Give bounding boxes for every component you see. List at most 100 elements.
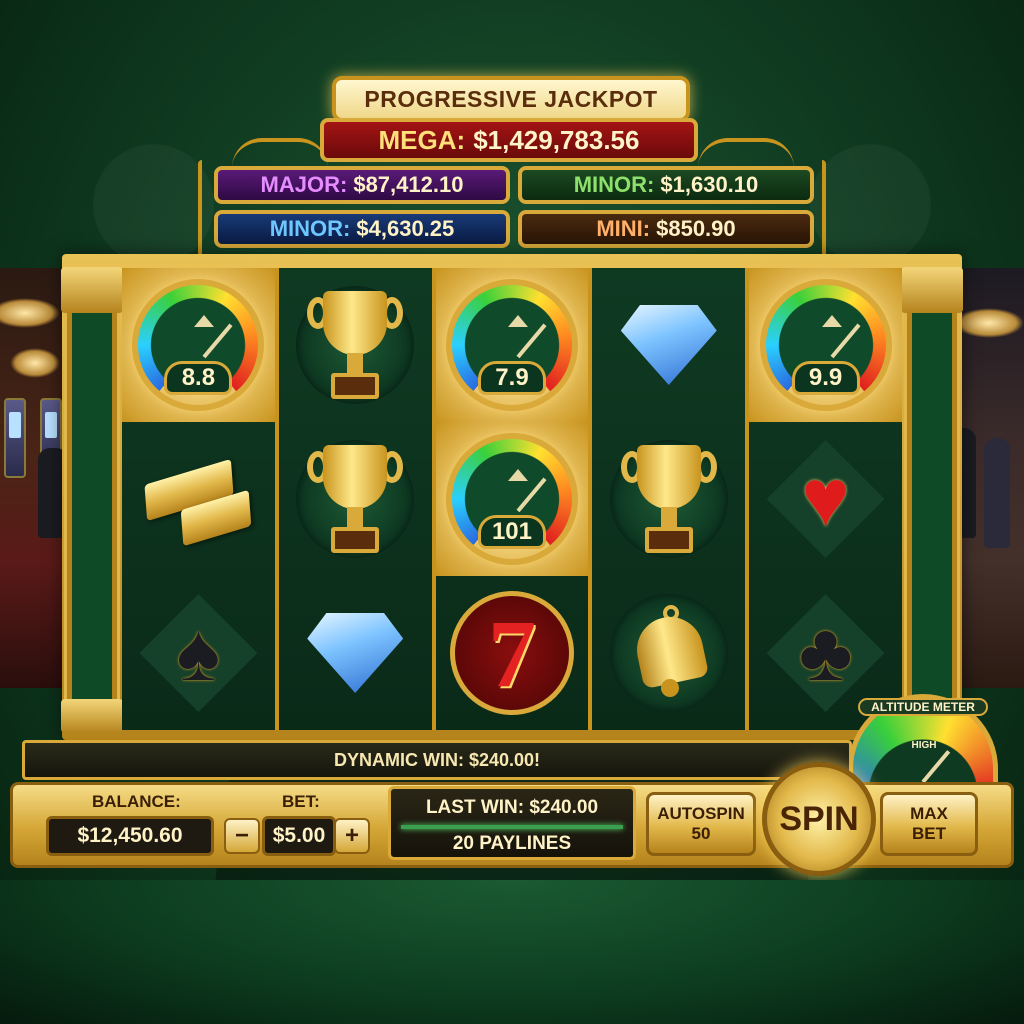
bet-label: BET: [282, 792, 320, 811]
bet-increase-button[interactable]: + [334, 818, 370, 854]
max-bet-line2: BET [912, 824, 946, 843]
pillar-right [901, 267, 963, 733]
mega-jackpot-value: $1,429,783.56 [473, 124, 640, 155]
altitude-gauge-icon: 7.9 [445, 279, 578, 411]
altitude-meter-level: HIGH [911, 740, 937, 751]
max-bet-line1: MAX [910, 803, 948, 823]
reel-column [278, 268, 432, 730]
mini-jackpot-label: MINI: [596, 216, 651, 241]
reel-cell [592, 576, 745, 730]
mega-jackpot: MEGA: $1,429,783.56 [320, 118, 698, 162]
gauge-needle [516, 477, 547, 513]
spade-icon: ♠ [176, 607, 221, 698]
mountain-peak-icon [194, 315, 215, 327]
jackpot-title-text: PROGRESSIVE JACKPOT [364, 85, 658, 112]
club-icon: ♣ [798, 607, 853, 698]
reel-cell: 7.9 [435, 268, 589, 422]
jackpot-title: PROGRESSIVE JACKPOT [332, 76, 690, 122]
altitude-meter-title: ALTITUDE METER [858, 698, 988, 716]
gauge-needle [830, 323, 861, 359]
mountain-peak-icon [821, 315, 842, 327]
autospin-label: AUTOSPIN [657, 803, 745, 823]
reel-cell [279, 576, 432, 730]
symbol-disc [609, 439, 728, 559]
reel-cell [592, 268, 745, 422]
mega-jackpot-label: MEGA: [378, 124, 466, 155]
minor-jackpot-blue: MINOR: $4,630.25 [214, 210, 510, 248]
balance-label: BALANCE: [92, 792, 181, 811]
symbol-tile: ♥ [766, 440, 885, 558]
mini-jackpot: MINI: $850.90 [518, 210, 814, 248]
bell-icon [619, 603, 719, 703]
mountain-peak-icon [507, 315, 528, 327]
heart-icon: ♥ [801, 453, 850, 544]
minor-jackpot-label: MINOR: [573, 172, 655, 197]
bet-display: $5.00 [262, 816, 336, 856]
reel-cell: ♠ [122, 576, 275, 730]
mini-jackpot-value: $850.90 [656, 216, 736, 241]
minor-jackpot-value: $1,630.10 [660, 172, 759, 197]
gauge-readout: 101 [477, 515, 546, 549]
gauge-readout: 7.9 [477, 361, 546, 395]
gauge-needle [516, 323, 547, 359]
balance-display: $12,450.60 [46, 816, 214, 856]
major-jackpot: MAJOR: $87,412.10 [214, 166, 510, 204]
win-banner-text: DYNAMIC WIN: $240.00! [333, 749, 541, 770]
payline-indicator [401, 825, 623, 829]
lucky-seven-icon: 7 [449, 591, 574, 715]
minor-jackpot-green: MINOR: $1,630.10 [518, 166, 814, 204]
gold-bars-icon [133, 449, 263, 549]
trophy-icon [305, 439, 405, 559]
reel-cell [279, 422, 432, 576]
gauge-readout: 8.8 [164, 361, 233, 395]
reel-cell [279, 268, 432, 422]
last-win-text: LAST WIN: $240.00 [425, 797, 599, 818]
symbol-disc [296, 439, 415, 559]
gauge-needle [202, 323, 233, 359]
paylines-text: 20 PAYLINES [452, 833, 572, 854]
bet-decrease-button[interactable]: − [224, 818, 260, 854]
person-silhouette [984, 438, 1010, 548]
spin-label: SPIN [779, 799, 859, 838]
symbol-disc [609, 594, 728, 712]
reel-column: 7.9 101 7 [435, 268, 589, 730]
reel-cell [122, 422, 275, 576]
spin-button[interactable]: SPIN [762, 762, 876, 876]
diamond-icon [620, 305, 717, 385]
max-bet-button[interactable]: MAX BET [880, 792, 978, 856]
table-felt [0, 880, 1024, 1024]
pillar-left [61, 267, 123, 733]
altitude-gauge-icon: 8.8 [132, 279, 265, 411]
altitude-gauge-icon: 9.9 [759, 279, 892, 411]
symbol-tile: ♠ [139, 594, 258, 712]
chandelier-image [0, 298, 60, 328]
reel-cell: ♥ [749, 422, 902, 576]
diamond-icon [307, 613, 404, 693]
symbol-disc [296, 285, 415, 405]
mountain-peak-icon [507, 469, 528, 481]
autospin-button[interactable]: AUTOSPIN 50 [646, 792, 756, 856]
chandelier-image [10, 348, 60, 378]
reel-cell [592, 422, 745, 576]
win-banner: DYNAMIC WIN: $240.00! [22, 740, 852, 780]
last-win-panel: LAST WIN: $240.00 20 PAYLINES [388, 786, 636, 860]
gauge-readout: 9.9 [791, 361, 860, 395]
reel-cell: 101 [435, 422, 589, 576]
reel-column: 9.9 ♥ ♣ [749, 268, 902, 730]
slot-machine-image [4, 398, 26, 478]
reel-cell: 7 [436, 576, 589, 730]
minor-jackpot-label: MINOR: [269, 216, 351, 241]
major-jackpot-label: MAJOR: [260, 172, 348, 197]
trophy-icon [305, 285, 405, 405]
autospin-count: 50 [691, 824, 711, 843]
reel-cell: 8.8 [122, 268, 275, 422]
trophy-icon [619, 439, 719, 559]
altitude-gauge-icon: 101 [445, 433, 578, 565]
reel-cell: 9.9 [749, 268, 902, 422]
reel-grid: 8.8 ♠ 7.9 101 7 9.9 ♥ ♣ [122, 268, 902, 730]
minor-jackpot-value: $4,630.25 [356, 216, 455, 241]
major-jackpot-value: $87,412.10 [353, 172, 464, 197]
reel-column: 8.8 ♠ [122, 268, 275, 730]
reel-column [592, 268, 746, 730]
chandelier-image [954, 308, 1024, 338]
